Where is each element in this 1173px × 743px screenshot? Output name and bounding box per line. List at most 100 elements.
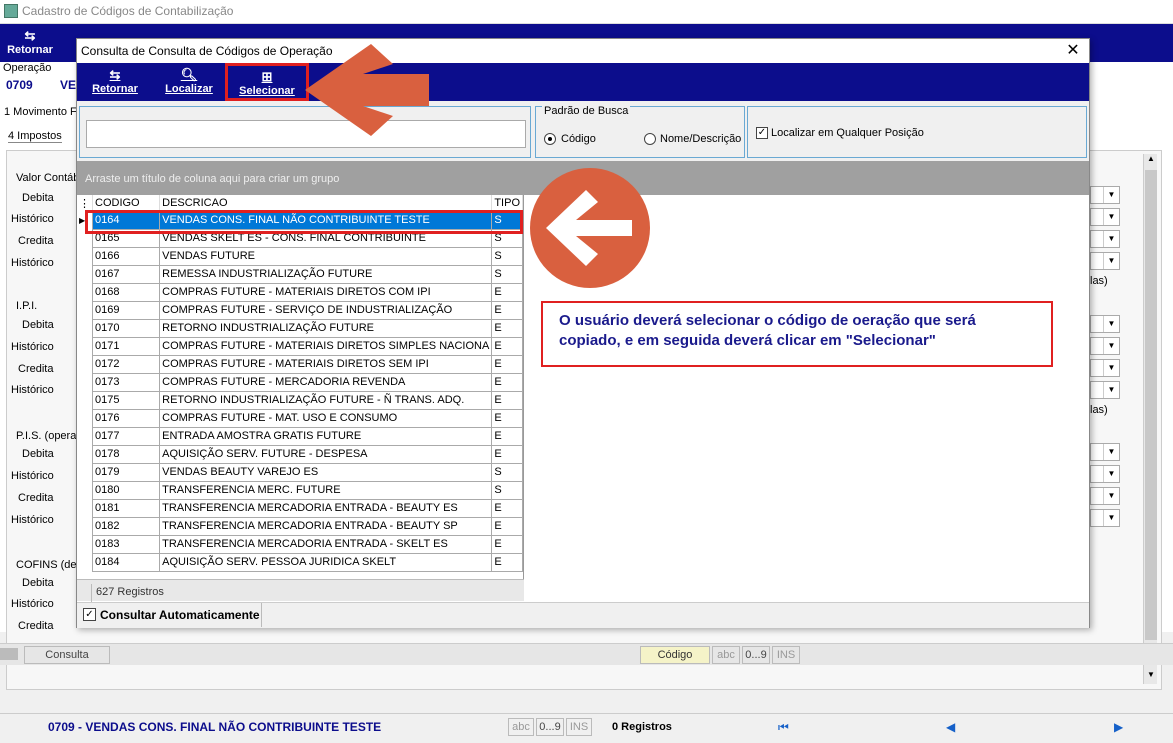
table-row[interactable]: 0178 AQUISIÇÃO SERV. FUTURE - DESPESA E bbox=[77, 444, 523, 464]
field-label: Credita bbox=[18, 492, 54, 504]
combo-dropdown[interactable]: ▼ bbox=[1090, 381, 1120, 399]
combo-dropdown[interactable]: ▼ bbox=[1090, 315, 1120, 333]
tab-movimento[interactable]: 1 Movimento Fi bbox=[4, 106, 79, 118]
consultar-auto-label[interactable]: Consultar Automaticamente bbox=[100, 608, 260, 622]
table-row[interactable]: 0184 AQUISIÇÃO SERV. PESSOA JURIDICA SKEL… bbox=[77, 552, 523, 572]
cell-descricao: VENDAS BEAUTY VAREJO ES bbox=[159, 462, 493, 482]
row-indicator bbox=[77, 499, 93, 517]
table-row[interactable]: 0173 COMPRAS FUTURE - MERCADORIA REVENDA E bbox=[77, 372, 523, 392]
cell-codigo: 0177 bbox=[91, 426, 161, 446]
row-indicator bbox=[77, 247, 93, 265]
close-icon[interactable]: ✕ bbox=[1063, 41, 1083, 61]
radio-codigo-label[interactable]: Código bbox=[561, 133, 596, 145]
table-row[interactable]: 0172 COMPRAS FUTURE - MATERIAIS DIRETOS S… bbox=[77, 354, 523, 374]
combo-dropdown[interactable]: ▼ bbox=[1090, 186, 1120, 204]
scroll-up-icon[interactable]: ▲ bbox=[1144, 154, 1158, 168]
chevron-down-icon: ▼ bbox=[1103, 253, 1119, 269]
table-row[interactable]: 0171 COMPRAS FUTURE - MATERIAIS DIRETOS S… bbox=[77, 336, 523, 356]
localizar-label: Localizar bbox=[165, 83, 213, 95]
cell-descricao: TRANSFERENCIA MERCADORIA ENTRADA - BEAUT… bbox=[159, 498, 493, 518]
record-text: 0709 - VENDAS CONS. FINAL NÃO CONTRIBUIN… bbox=[48, 720, 382, 734]
row-indicator bbox=[77, 481, 93, 499]
table-row[interactable]: 0168 COMPRAS FUTURE - MATERIAIS DIRETOS C… bbox=[77, 282, 523, 302]
table-row[interactable]: 0181 TRANSFERENCIA MERCADORIA ENTRADA - B… bbox=[77, 498, 523, 518]
status-field: Código bbox=[640, 646, 710, 664]
combo-dropdown[interactable]: ▼ bbox=[1090, 487, 1120, 505]
table-row[interactable]: 0167 REMESSA INDUSTRIALIZAÇÃO FUTURE S bbox=[77, 264, 523, 284]
cell-tipo: S bbox=[491, 480, 523, 500]
first-record-icon[interactable]: ⏮ bbox=[778, 720, 789, 735]
radio-codigo[interactable] bbox=[544, 133, 556, 145]
table-row[interactable]: 0166 VENDAS FUTURE S bbox=[77, 246, 523, 266]
main-retornar-button[interactable]: ⇆ Retornar bbox=[2, 28, 58, 56]
table-row[interactable]: 0175 RETORNO INDUSTRIALIZAÇÃO FUTURE - Ñ … bbox=[77, 390, 523, 410]
selecionar-button[interactable]: ⊞ Selecionar bbox=[225, 63, 309, 101]
cell-descricao: RETORNO INDUSTRIALIZAÇÃO FUTURE - Ñ TRAN… bbox=[159, 390, 493, 410]
scroll-thumb[interactable] bbox=[1145, 170, 1157, 640]
table-row[interactable]: 0180 TRANSFERENCIA MERC. FUTURE S bbox=[77, 480, 523, 500]
row-indicator bbox=[77, 427, 93, 445]
table-row[interactable]: 0179 VENDAS BEAUTY VAREJO ES S bbox=[77, 462, 523, 482]
combo-dropdown[interactable]: ▼ bbox=[1090, 465, 1120, 483]
bottom-range: 0...9 bbox=[536, 718, 564, 736]
cell-descricao: REMESSA INDUSTRIALIZAÇÃO FUTURE bbox=[159, 264, 493, 284]
chevron-down-icon: ▼ bbox=[1103, 382, 1119, 398]
dialog-titlebar: Consulta de Consulta de Códigos de Opera… bbox=[77, 39, 1089, 63]
cell-descricao: COMPRAS FUTURE - MATERIAIS DIRETOS SEM I… bbox=[159, 354, 493, 374]
tab-impostos[interactable]: 4 Impostos bbox=[8, 130, 62, 143]
cell-descricao: COMPRAS FUTURE - MERCADORIA REVENDA bbox=[159, 372, 493, 392]
status-abc: abc bbox=[712, 646, 740, 664]
chevron-down-icon: ▼ bbox=[1103, 209, 1119, 225]
main-scrollbar[interactable]: ▲ ▼ bbox=[1143, 154, 1157, 684]
combo-dropdown[interactable]: ▼ bbox=[1090, 337, 1120, 355]
checkbox-checked-icon[interactable]: ✓ bbox=[83, 608, 96, 621]
cell-codigo: 0164 bbox=[91, 210, 161, 230]
row-indicator bbox=[77, 409, 93, 427]
cell-tipo: E bbox=[491, 336, 523, 356]
scroll-down-icon[interactable]: ▼ bbox=[1144, 670, 1158, 684]
table-row[interactable]: 0183 TRANSFERENCIA MERCADORIA ENTRADA - S… bbox=[77, 534, 523, 554]
table-row[interactable]: ▶ 0164 VENDAS CONS. FINAL NÃO CONTRIBUINTE… bbox=[77, 210, 523, 230]
col-tipo[interactable]: TIPO bbox=[491, 195, 523, 211]
combo-dropdown[interactable]: ▼ bbox=[1090, 252, 1120, 270]
table-row[interactable]: 0169 COMPRAS FUTURE - SERVIÇO DE INDUSTRI… bbox=[77, 300, 523, 320]
table-row[interactable]: 0182 TRANSFERENCIA MERCADORIA ENTRADA - B… bbox=[77, 516, 523, 536]
radio-nome[interactable] bbox=[644, 133, 656, 145]
cell-descricao: AQUISIÇÃO SERV. PESSOA JURIDICA SKELT bbox=[159, 552, 493, 572]
table-row[interactable]: 0170 RETORNO INDUSTRIALIZAÇÃO FUTURE E bbox=[77, 318, 523, 338]
cell-descricao: ENTRADA AMOSTRA GRATIS FUTURE bbox=[159, 426, 493, 446]
consulta-dialog: Consulta de Consulta de Códigos de Opera… bbox=[76, 38, 1090, 628]
localizar-qualquer-label[interactable]: Localizar em Qualquer Posição bbox=[771, 127, 924, 139]
retornar-button[interactable]: ⇆ Retornar bbox=[87, 67, 143, 95]
table-row[interactable]: 0165 VENDAS SKELT ES - CONS. FINAL CONTRI… bbox=[77, 228, 523, 248]
combo-dropdown[interactable]: ▼ bbox=[1090, 443, 1120, 461]
combo-dropdown[interactable]: ▼ bbox=[1090, 208, 1120, 226]
partial-label: las) bbox=[1090, 404, 1108, 416]
field-label: Debita bbox=[22, 577, 54, 589]
localizar-button[interactable]: 🔍︎ Localizar bbox=[161, 67, 217, 95]
status-range: 0...9 bbox=[742, 646, 770, 664]
cell-codigo: 0178 bbox=[91, 444, 161, 464]
cell-tipo: E bbox=[491, 426, 523, 446]
table-row[interactable]: 0176 COMPRAS FUTURE - MAT. USO E CONSUMO E bbox=[77, 408, 523, 428]
cell-codigo: 0184 bbox=[91, 552, 161, 572]
field-label: Credita bbox=[18, 620, 54, 632]
row-indicator bbox=[77, 355, 93, 373]
combo-dropdown[interactable]: ▼ bbox=[1090, 230, 1120, 248]
radio-nome-label[interactable]: Nome/Descrição bbox=[660, 133, 741, 145]
operacao-desc: VE bbox=[60, 78, 77, 92]
cell-codigo: 0176 bbox=[91, 408, 161, 428]
table-row[interactable]: 0177 ENTRADA AMOSTRA GRATIS FUTURE E bbox=[77, 426, 523, 446]
next-record-icon[interactable]: ▶ bbox=[1114, 720, 1123, 734]
prev-record-icon[interactable]: ◀ bbox=[946, 720, 955, 734]
col-codigo[interactable]: CODIGO bbox=[92, 195, 161, 211]
cell-descricao: TRANSFERENCIA MERCADORIA ENTRADA - SKELT… bbox=[159, 534, 493, 554]
checkbox-checked-icon[interactable]: ✓ bbox=[756, 127, 768, 139]
combo-dropdown[interactable]: ▼ bbox=[1090, 509, 1120, 527]
section-ipi: I.P.I. bbox=[16, 300, 38, 312]
combo-dropdown[interactable]: ▼ bbox=[1090, 359, 1120, 377]
col-descricao[interactable]: DESCRICAO bbox=[159, 195, 493, 211]
bottom-ins: INS bbox=[566, 718, 592, 736]
cell-codigo: 0173 bbox=[91, 372, 161, 392]
cell-descricao: TRANSFERENCIA MERC. FUTURE bbox=[159, 480, 493, 500]
